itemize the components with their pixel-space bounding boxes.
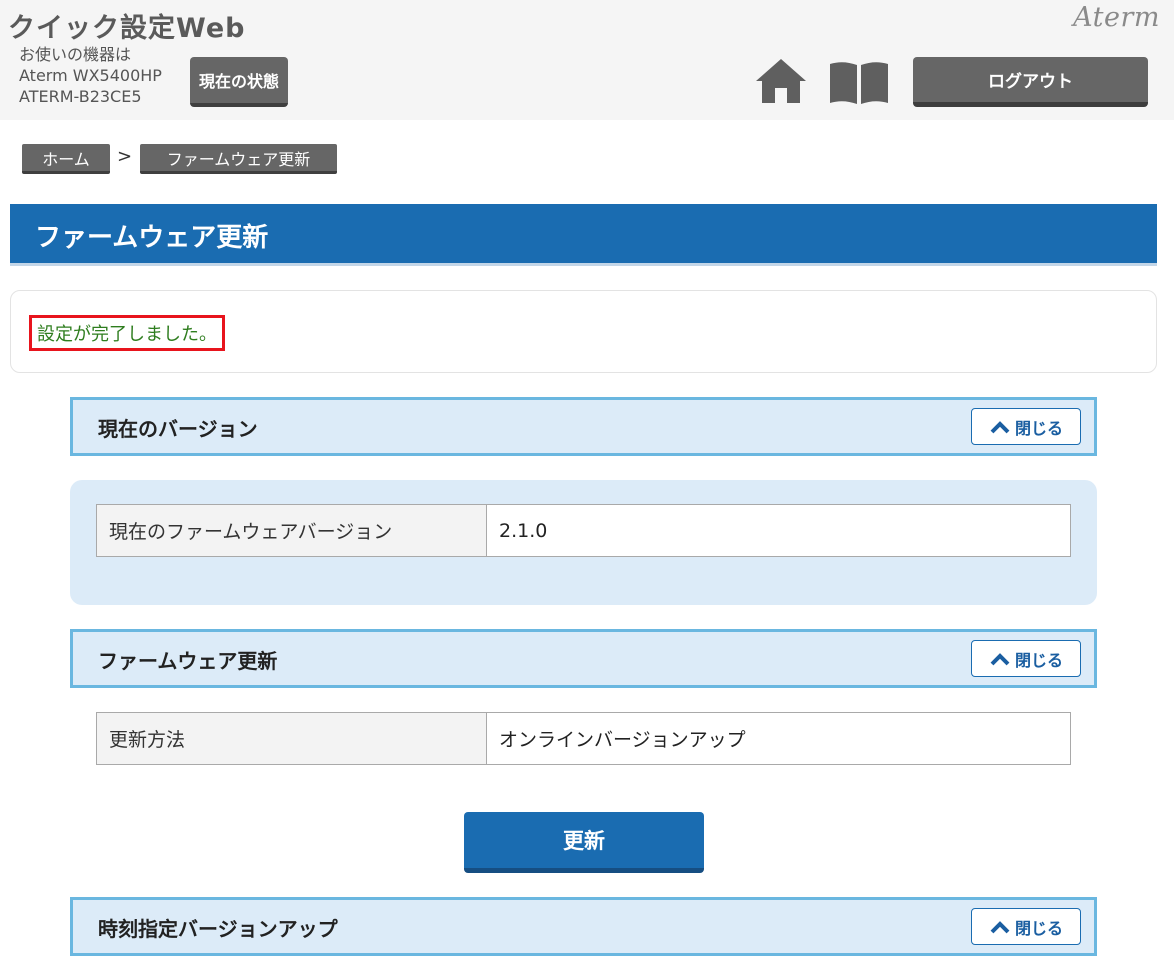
field-label: 現在のファームウェアバージョン — [96, 504, 487, 557]
device-name: ATERM-B23CE5 — [19, 87, 142, 106]
field-label: 更新方法 — [96, 712, 487, 765]
page-title: ファームウェア更新 — [35, 223, 269, 253]
brand-logo: Aterm — [1073, 2, 1160, 33]
page-title-bar: ファームウェア更新 — [10, 204, 1157, 266]
completion-message: 設定が完了しました。 — [29, 315, 225, 351]
section-title: 現在のバージョン — [98, 417, 258, 441]
logout-button[interactable]: ログアウト — [913, 57, 1148, 107]
chevron-up-icon — [990, 920, 1010, 933]
close-section-button[interactable]: 閉じる — [971, 908, 1081, 945]
chevron-up-icon — [990, 652, 1010, 665]
close-section-button[interactable]: 閉じる — [971, 408, 1081, 445]
close-label: 閉じる — [1014, 918, 1063, 938]
field-value: 2.1.0 — [486, 504, 1071, 557]
manual-book-icon[interactable] — [828, 60, 890, 105]
close-label: 閉じる — [1014, 650, 1063, 670]
firmware-update-table: 更新方法 オンラインバージョンアップ — [96, 712, 1071, 765]
section-current-version-header: 現在のバージョン 閉じる — [70, 397, 1097, 456]
close-section-button[interactable]: 閉じる — [971, 640, 1081, 677]
section-title: ファームウェア更新 — [98, 649, 278, 673]
current-status-button[interactable]: 現在の状態 — [190, 57, 288, 107]
section-scheduled-update-header: 時刻指定バージョンアップ 閉じる — [70, 897, 1097, 956]
message-box: 設定が完了しました。 — [10, 290, 1157, 373]
field-value: オンラインバージョンアップ — [486, 712, 1071, 765]
app-title: クイック設定Web — [8, 13, 246, 44]
header: クイック設定Web お使いの機器は Aterm WX5400HP ATERM-B… — [0, 0, 1174, 120]
section-firmware-update-header: ファームウェア更新 閉じる — [70, 629, 1097, 688]
home-icon[interactable] — [754, 57, 808, 105]
chevron-up-icon — [990, 420, 1010, 433]
breadcrumb-current[interactable]: ファームウェア更新 — [140, 144, 337, 174]
device-info-label: お使いの機器は — [19, 45, 132, 64]
table-row: 現在のファームウェアバージョン 2.1.0 — [96, 504, 1071, 557]
current-version-table: 現在のファームウェアバージョン 2.1.0 — [96, 504, 1071, 557]
breadcrumb-separator: > — [117, 146, 133, 167]
table-row: 更新方法 オンラインバージョンアップ — [96, 712, 1071, 765]
device-info: お使いの機器は Aterm WX5400HP ATERM-B23CE5 — [19, 44, 162, 107]
close-label: 閉じる — [1014, 418, 1063, 438]
section-title: 時刻指定バージョンアップ — [98, 917, 338, 941]
device-model: Aterm WX5400HP — [19, 66, 162, 85]
breadcrumb-home[interactable]: ホーム — [22, 144, 110, 174]
update-button[interactable]: 更新 — [464, 812, 704, 873]
